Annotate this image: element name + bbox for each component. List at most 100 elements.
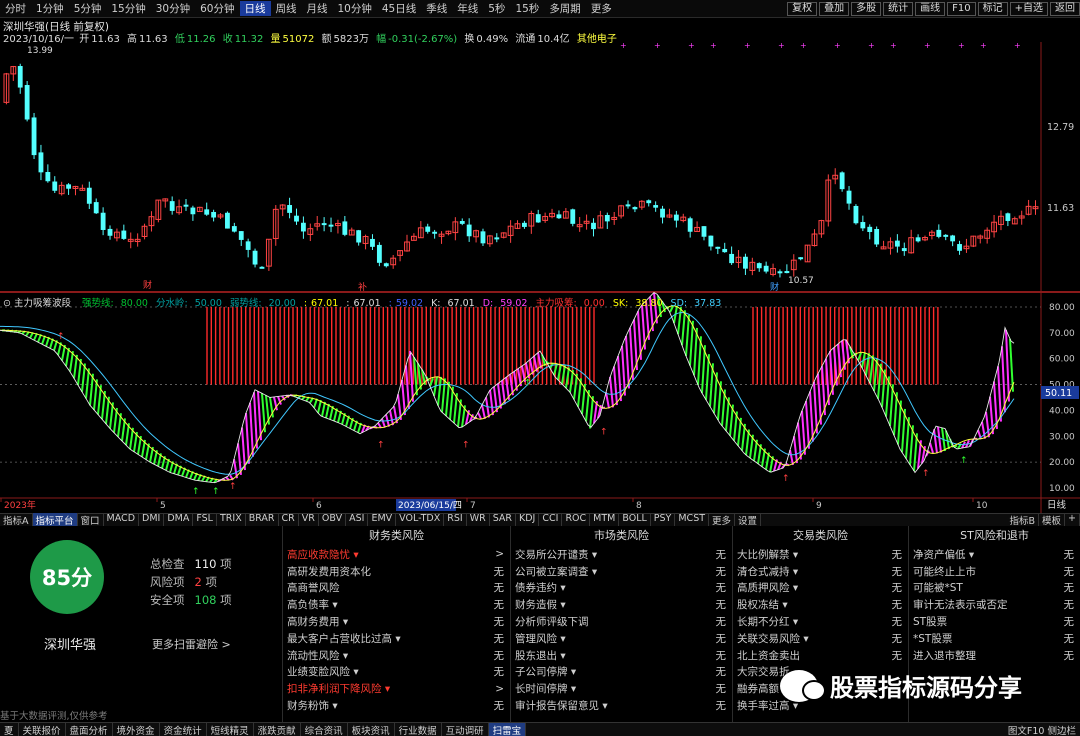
risk-row[interactable]: 公司被立案调查 ▾ 无 <box>511 563 732 580</box>
risk-row[interactable]: *ST股票 无 <box>909 630 1080 647</box>
indicator-tab[interactable]: FSL <box>193 513 217 527</box>
indicator-chart[interactable]: ↑↑ ↑↑↑ ↑↑↑↑↑↑ 80.0070.0060.0050.0040.0030.… <box>0 292 1080 513</box>
risk-row[interactable]: 业绩变脸风险 ▾ 无 <box>283 664 510 681</box>
toolbar-button[interactable]: 复权 <box>787 1 818 16</box>
risk-row[interactable]: 北上资金卖出 无 <box>733 647 908 664</box>
risk-row[interactable]: 高负债率 ▾ 无 <box>283 596 510 613</box>
risk-row[interactable]: 交易所公开谴责 ▾ 无 <box>511 546 732 563</box>
bottom-nav-tab[interactable]: 短线精灵 <box>207 722 254 736</box>
risk-row[interactable]: 管理风险 ▾ 无 <box>511 630 732 647</box>
period-tab[interactable]: 周线 <box>271 1 302 16</box>
period-tab[interactable]: 5分钟 <box>69 1 107 16</box>
period-tab[interactable]: 1分钟 <box>31 1 69 16</box>
bottom-nav-tab[interactable]: 板块资讯 <box>348 722 395 736</box>
toolbar-button[interactable]: 多股 <box>851 1 882 16</box>
toolbar-button[interactable]: 画线 <box>915 1 946 16</box>
period-tab[interactable]: 60分钟 <box>195 1 239 16</box>
candlestick-chart[interactable]: + + + + + + + + + + + + + + 12.79 11.63 13.99 10.57 财… <box>0 42 1080 292</box>
risk-row[interactable]: 财务粉饰 ▾ 无 <box>283 697 510 714</box>
indicator-tab[interactable]: BRAR <box>246 513 279 527</box>
indicator-tab[interactable]: 指标平台 <box>32 513 78 527</box>
bottom-nav-tab[interactable]: 盘面分析 <box>66 722 113 736</box>
risk-row[interactable]: 审计无法表示或否定 无 <box>909 596 1080 613</box>
indicator-tab-right[interactable]: 指标B <box>1006 513 1040 527</box>
indicator-tab[interactable]: BOLL <box>619 513 651 527</box>
risk-row[interactable]: 高商誉风险 无 <box>283 580 510 597</box>
risk-row[interactable]: 高应收款隐忧 ▾ > <box>283 546 510 563</box>
bottom-nav-tab[interactable]: 综合资讯 <box>301 722 348 736</box>
indicator-tab[interactable]: 窗口 <box>78 513 104 527</box>
indicator-tab[interactable]: PSY <box>651 513 676 527</box>
indicator-tab[interactable]: EMV <box>368 513 397 527</box>
indicator-tab[interactable]: WR <box>467 513 490 527</box>
period-tab[interactable]: 15秒 <box>510 1 544 16</box>
period-tab[interactable]: 季线 <box>421 1 452 16</box>
risk-row[interactable]: 进入退市整理 无 <box>909 647 1080 664</box>
indicator-tab[interactable]: ASI <box>346 513 369 527</box>
indicator-tab[interactable]: VOL-TDX <box>396 513 445 527</box>
risk-row[interactable]: ST股票 无 <box>909 613 1080 630</box>
indicator-tab[interactable]: SAR <box>490 513 517 527</box>
period-tab[interactable]: 45日线 <box>377 1 421 16</box>
risk-row[interactable]: 股东退出 ▾ 无 <box>511 647 732 664</box>
indicator-tab[interactable]: 设置 <box>735 513 762 527</box>
bottom-nav-tab[interactable]: 互动调研 <box>442 722 489 736</box>
bottom-nav-tab[interactable]: 涨跌贡献 <box>254 722 301 736</box>
risk-row[interactable]: 长时间停牌 ▾ 无 <box>511 680 732 697</box>
period-tab[interactable]: 5秒 <box>483 1 510 16</box>
indicator-tab[interactable]: DMA <box>164 513 194 527</box>
toolbar-button[interactable]: 统计 <box>883 1 914 16</box>
period-tab[interactable]: 更多 <box>586 1 617 16</box>
indicator-tab[interactable]: OBV <box>319 513 347 527</box>
bottom-nav-tab[interactable]: 扫雷宝 <box>488 722 527 736</box>
risk-row[interactable]: 清仓式减持 ▾ 无 <box>733 563 908 580</box>
period-tab[interactable]: 月线 <box>302 1 333 16</box>
indicator-tab[interactable]: DMI <box>139 513 165 527</box>
bottom-right-label[interactable]: 图文F10 侧边栏 <box>1008 723 1080 736</box>
risk-row[interactable]: 债券违约 ▾ 无 <box>511 580 732 597</box>
indicator-tab[interactable]: ROC <box>562 513 591 527</box>
bottom-nav-tab[interactable]: 境外资金 <box>113 722 160 736</box>
risk-row[interactable]: 分析师评级下调 无 <box>511 613 732 630</box>
toolbar-button[interactable]: 叠加 <box>819 1 850 16</box>
indicator-tab[interactable]: RSI <box>444 513 467 527</box>
risk-row[interactable]: 高财务费用 ▾ 无 <box>283 613 510 630</box>
risk-row[interactable]: 扣非净利润下降风险 ▾ > <box>283 680 510 697</box>
risk-row[interactable]: 净资产偏低 ▾ 无 <box>909 546 1080 563</box>
toolbar-button[interactable]: 返回 <box>1050 1 1080 16</box>
indicator-tab-right[interactable]: 模板 <box>1039 513 1066 527</box>
bottom-nav-tab[interactable]: 资金统计 <box>160 722 207 736</box>
risk-row[interactable]: 审计报告保留意见 ▾ 无 <box>511 697 732 714</box>
indicator-tab[interactable]: 更多 <box>709 513 736 527</box>
risk-row[interactable]: 大比例解禁 ▾ 无 <box>733 546 908 563</box>
more-scan-link[interactable]: 更多扫雷避险 > <box>152 636 231 652</box>
indicator-tab[interactable]: CR <box>279 513 299 527</box>
risk-row[interactable]: 高研发费用资本化 无 <box>283 563 510 580</box>
indicator-tab[interactable]: 指标A <box>0 513 33 527</box>
period-tab[interactable]: 30分钟 <box>151 1 195 16</box>
toolbar-button[interactable]: +自选 <box>1009 1 1048 16</box>
risk-row[interactable]: 子公司停牌 ▾ 无 <box>511 664 732 681</box>
period-tab[interactable]: 10分钟 <box>333 1 377 16</box>
toolbar-button[interactable]: F10 <box>947 1 976 16</box>
risk-row[interactable]: 可能终止上市 无 <box>909 563 1080 580</box>
period-tab[interactable]: 年线 <box>452 1 483 16</box>
risk-row[interactable]: 高质押风险 ▾ 无 <box>733 580 908 597</box>
bottom-nav-tab[interactable]: 夏 <box>0 722 19 736</box>
indicator-tab[interactable]: MTM <box>590 513 620 527</box>
indicator-tab[interactable]: MACD <box>104 513 140 527</box>
indicator-tab-right[interactable]: + <box>1065 513 1080 527</box>
risk-row[interactable]: 长期不分红 ▾ 无 <box>733 613 908 630</box>
indicator-tab[interactable]: MCST <box>675 513 710 527</box>
bottom-nav-tab[interactable]: 行业数据 <box>395 722 442 736</box>
risk-row[interactable]: 关联交易风险 ▾ 无 <box>733 630 908 647</box>
period-tab[interactable]: 多周期 <box>544 1 586 16</box>
risk-row[interactable]: 最大客户占营收比过高 ▾ 无 <box>283 630 510 647</box>
indicator-tab[interactable]: TRIX <box>217 513 246 527</box>
period-tab[interactable]: 日线 <box>239 1 271 16</box>
period-tab[interactable]: 分时 <box>0 1 31 16</box>
risk-row[interactable]: 可能被*ST 无 <box>909 580 1080 597</box>
period-tab[interactable]: 15分钟 <box>106 1 150 16</box>
toolbar-button[interactable]: 标记 <box>977 1 1008 16</box>
indicator-tab[interactable]: KDJ <box>516 513 540 527</box>
